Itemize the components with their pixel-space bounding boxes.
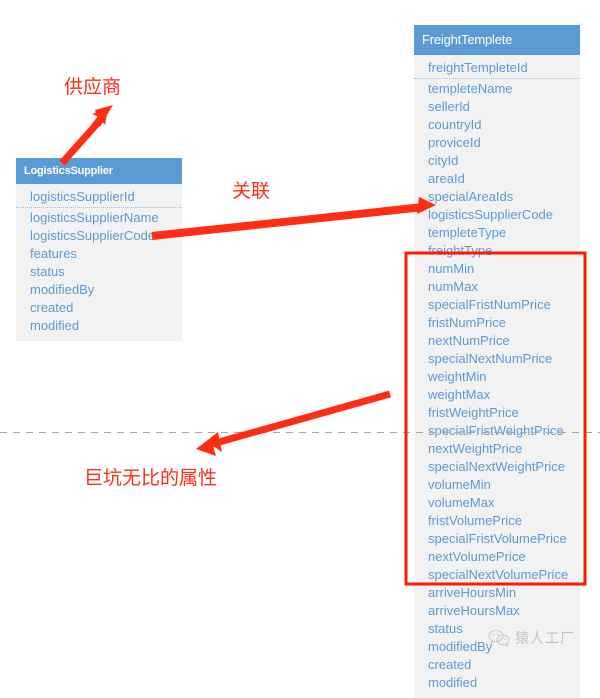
field-row: nextWeightPrice — [428, 441, 523, 456]
field-row: status — [30, 264, 65, 279]
annotation-attributes-label: 巨坑无比的属性 — [84, 467, 218, 489]
field-row: logisticsSupplierId — [16, 188, 182, 208]
entity-header-logistics-supplier: LogisticsSupplier — [16, 158, 182, 184]
field-row: nextNumPrice — [428, 333, 510, 348]
field-row: specialFristVolumePrice — [428, 531, 567, 546]
field-row: volumeMax — [428, 495, 495, 510]
field-row: arriveHoursMin — [428, 585, 517, 600]
wechat-icon — [488, 629, 510, 647]
field-row: specialFristWeightPrice — [428, 423, 564, 438]
field-row-logistics-supplier-code: logisticsSupplierCode — [428, 207, 554, 222]
field-row: specialFristNumPrice — [428, 297, 551, 312]
field-row: features — [30, 246, 77, 261]
field-row: modified — [30, 318, 80, 333]
watermark: 猿人工厂 — [488, 628, 575, 648]
arrow-to-supplier-table — [59, 105, 113, 166]
field-row: nextVolumePrice — [428, 549, 526, 564]
field-row: fristNumPrice — [428, 315, 507, 330]
field-row: logisticsSupplierCode — [30, 228, 156, 243]
entity-header-freight-templete: FreightTemplete — [414, 25, 580, 55]
field-row: areaId — [428, 171, 465, 186]
arrow-relation — [151, 197, 436, 240]
field-row: weightMin — [428, 369, 487, 384]
field-row: proviceId — [428, 135, 481, 150]
field-row: numMin — [428, 261, 475, 276]
entity-freight-templete[interactable]: FreightTemplete freightTempleteId temple… — [414, 25, 580, 698]
annotation-supplier-label: 供应商 — [64, 76, 122, 98]
field-row: freightTempleteId — [414, 59, 580, 79]
field-row: templeteType — [428, 225, 507, 240]
entity-field-list-freight-templete: freightTempleteId templeteName sellerId … — [414, 55, 580, 698]
field-row: specialNextNumPrice — [428, 351, 553, 366]
field-row: modified — [428, 675, 478, 690]
entity-field-list-logistics-supplier: logisticsSupplierId logisticsSupplierNam… — [16, 184, 182, 341]
field-row: logisticsSupplierName — [30, 210, 159, 225]
field-row: volumeMin — [428, 477, 491, 492]
arrow-to-attributes-box — [196, 390, 391, 456]
field-row: specialNextWeightPrice — [428, 459, 566, 474]
field-row: arriveHoursMax — [428, 603, 520, 618]
field-row: freightType — [428, 243, 493, 258]
watermark-text: 猿人工厂 — [515, 631, 575, 647]
field-row: cityId — [428, 153, 459, 168]
field-row: specialAreaIds — [428, 189, 514, 204]
annotation-relation-label: 关联 — [232, 180, 271, 202]
entity-logistics-supplier[interactable]: LogisticsSupplier logisticsSupplierId lo… — [16, 158, 182, 341]
field-row: countryId — [428, 117, 482, 132]
field-row: created — [30, 300, 74, 315]
field-row: sellerId — [428, 99, 470, 114]
field-row: templeteName — [428, 81, 513, 96]
field-row: weightMax — [428, 387, 491, 402]
field-row: fristWeightPrice — [428, 405, 519, 420]
field-row: fristVolumePrice — [428, 513, 522, 528]
field-row: numMax — [428, 279, 478, 294]
field-row: created — [428, 657, 472, 672]
field-row: specialNextVolumePrice — [428, 567, 569, 582]
field-row: modifiedBy — [30, 282, 95, 297]
